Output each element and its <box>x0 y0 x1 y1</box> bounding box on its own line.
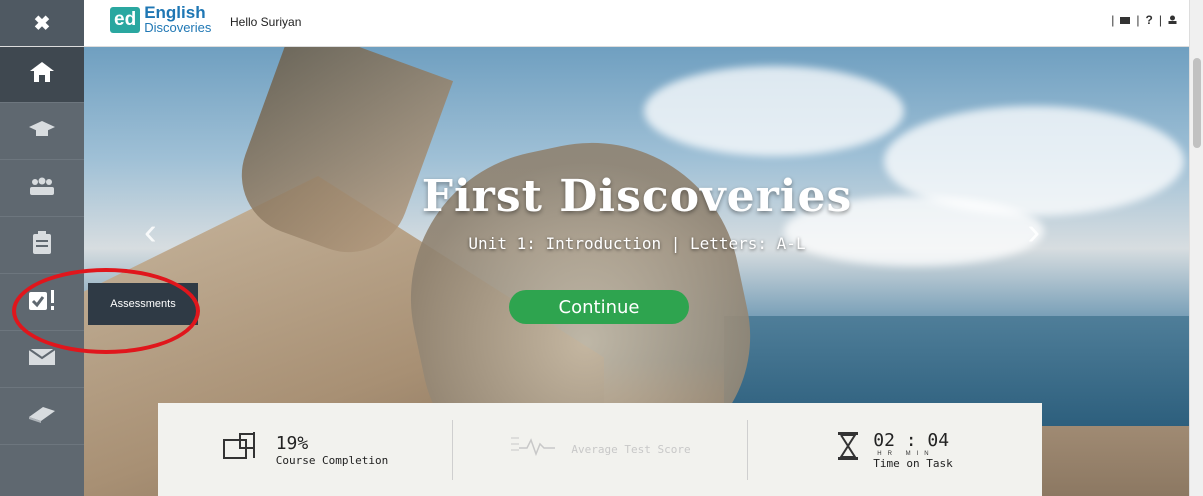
mail-icon[interactable] <box>1120 13 1131 27</box>
cloud <box>644 66 904 156</box>
sidebar-item-home[interactable] <box>0 46 84 103</box>
close-menu-button[interactable]: ✖ <box>0 0 84 46</box>
completion-value: 19% <box>275 432 309 454</box>
stat-time-on-task: 02 : 04 HR MIN Time on Task <box>747 419 1042 480</box>
pulse-chart-icon <box>509 434 557 465</box>
highlight-circle <box>12 268 200 354</box>
envelope-icon <box>28 347 56 371</box>
time-label: Time on Task <box>873 456 953 470</box>
logo-line1: English <box>144 3 206 22</box>
course-title: First Discoveries <box>421 171 853 222</box>
top-icons: | | ? | <box>1111 13 1177 27</box>
time-value: 02 : 04 <box>873 429 950 451</box>
sidebar-item-clipboard[interactable] <box>0 217 84 274</box>
separator: | <box>1158 13 1162 27</box>
greeting: Hello Suriyan <box>230 15 302 29</box>
sidebar-item-library[interactable] <box>0 388 84 445</box>
separator: | <box>1136 13 1140 27</box>
logo-badge: ed <box>110 7 141 33</box>
help-icon[interactable]: ? <box>1146 13 1153 27</box>
logo-line2: Discoveries <box>144 20 212 35</box>
hourglass-icon <box>837 431 859 468</box>
score-label: Average Test Score <box>571 443 691 456</box>
separator: | <box>1111 13 1115 27</box>
book-icon <box>27 405 57 428</box>
home-icon <box>29 61 55 88</box>
user-icon[interactable] <box>1168 13 1177 27</box>
sidebar-item-community[interactable] <box>0 160 84 217</box>
logo[interactable]: ed English Discoveries <box>110 3 212 35</box>
scroll-thumb[interactable] <box>1193 58 1201 148</box>
stat-course-completion: 19% Course Completion <box>158 420 452 480</box>
stats-panel: 19% Course Completion Average Test Score… <box>158 403 1042 496</box>
flag-icon <box>222 430 262 469</box>
clipboard-icon <box>32 230 52 260</box>
stat-average-score: Average Test Score <box>452 419 747 480</box>
continue-button[interactable]: Continue <box>509 290 689 324</box>
graduation-cap-icon <box>28 119 56 144</box>
vertical-scrollbar[interactable] <box>1189 0 1203 496</box>
sidebar-item-courses[interactable] <box>0 103 84 160</box>
group-icon <box>28 176 56 201</box>
top-bar: ✖ ed English Discoveries Hello Suriyan |… <box>0 0 1203 47</box>
completion-label: Course Completion <box>275 453 389 467</box>
close-icon: ✖ <box>33 12 51 35</box>
unit-subtitle: Unit 1: Introduction | Letters: A-L <box>468 234 806 253</box>
